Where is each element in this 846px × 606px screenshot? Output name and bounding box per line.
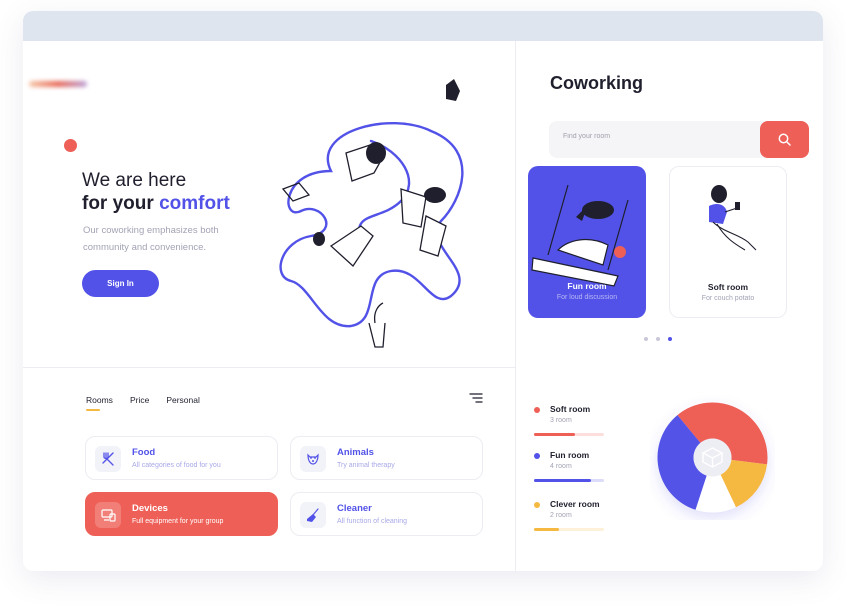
category-subtitle: All function of cleaning	[337, 518, 408, 525]
hero-title-prefix: for your	[82, 193, 160, 214]
stat-dot	[534, 453, 540, 459]
room-title: Soft room	[707, 282, 749, 292]
hero-title: We are here for your comfort	[82, 169, 230, 215]
hero-title-line2: for your comfort	[82, 192, 230, 215]
stat-name: Fun room	[550, 450, 590, 460]
window-title-bar	[23, 11, 823, 41]
devices-icon	[95, 502, 121, 528]
stat-count: 4 room	[550, 463, 572, 470]
category-title: Food	[132, 447, 156, 458]
category-title: Animals	[337, 447, 374, 458]
category-subtitle: Try animal therapy	[337, 462, 395, 469]
room-subtitle: For couch potato	[701, 295, 755, 302]
pagination-dot[interactable]	[656, 337, 660, 341]
stat-dot	[534, 502, 540, 508]
tab-price[interactable]: Price	[130, 395, 149, 405]
category-card-food[interactable]: Food All categories of food for you	[85, 436, 278, 480]
stat-dot	[534, 407, 540, 413]
swing-illustration	[531, 184, 629, 287]
pagination-dot[interactable]	[644, 337, 648, 341]
stat-progress-bar	[534, 433, 604, 436]
stat-count: 3 room	[550, 417, 572, 424]
stat-progress-fill	[534, 479, 592, 482]
tab-personal[interactable]: Personal	[166, 395, 200, 405]
search-input[interactable]	[563, 133, 743, 140]
tab-bar: Rooms Price Personal	[86, 395, 200, 411]
category-title: Devices	[132, 503, 168, 514]
room-card-soft[interactable]: Soft room For couch potato	[669, 166, 787, 318]
category-card-cleaner[interactable]: Cleaner All function of cleaning	[290, 492, 483, 536]
category-subtitle: Full equipment for your group	[132, 518, 224, 525]
hero-illustration	[279, 79, 464, 348]
rooms-donut-chart	[657, 402, 768, 513]
carousel-pagination	[644, 337, 672, 341]
category-subtitle: All categories of food for you	[132, 462, 221, 469]
broom-icon	[300, 502, 326, 528]
stat-name: Clever room	[550, 499, 600, 509]
stat-count: 2 room	[550, 512, 572, 519]
page-title: Coworking	[550, 73, 643, 93]
room-subtitle: For loud discussion	[556, 294, 618, 301]
stat-progress-bar	[534, 528, 604, 531]
category-title: Cleaner	[337, 503, 372, 514]
hero-title-accent: comfort	[159, 193, 230, 214]
sign-in-button[interactable]: Sign In	[82, 270, 159, 297]
category-card-devices[interactable]: Devices Full equipment for your group	[85, 492, 278, 536]
decorative-dot	[64, 139, 77, 152]
fork-knife-icon	[95, 446, 121, 472]
horizontal-divider	[23, 367, 515, 368]
dog-icon	[300, 446, 326, 472]
search-icon	[778, 133, 791, 146]
stat-name: Soft room	[550, 404, 591, 414]
vertical-divider	[515, 41, 516, 571]
category-card-animals[interactable]: Animals Try animal therapy	[290, 436, 483, 480]
tab-rooms[interactable]: Rooms	[86, 395, 113, 411]
brand-logo[interactable]	[29, 81, 87, 87]
pagination-dot-active[interactable]	[668, 337, 672, 341]
search-bar	[549, 121, 809, 158]
hero-title-line1: We are here	[82, 170, 187, 191]
soft-room-illustration	[709, 185, 757, 251]
menu-icon[interactable]	[469, 393, 483, 403]
stat-progress-bar	[534, 479, 604, 482]
hero-subtitle: Our coworking emphasizes both community …	[83, 225, 219, 253]
stat-progress-fill	[534, 433, 575, 436]
stat-progress-fill	[534, 528, 560, 531]
search-button[interactable]	[760, 121, 809, 158]
